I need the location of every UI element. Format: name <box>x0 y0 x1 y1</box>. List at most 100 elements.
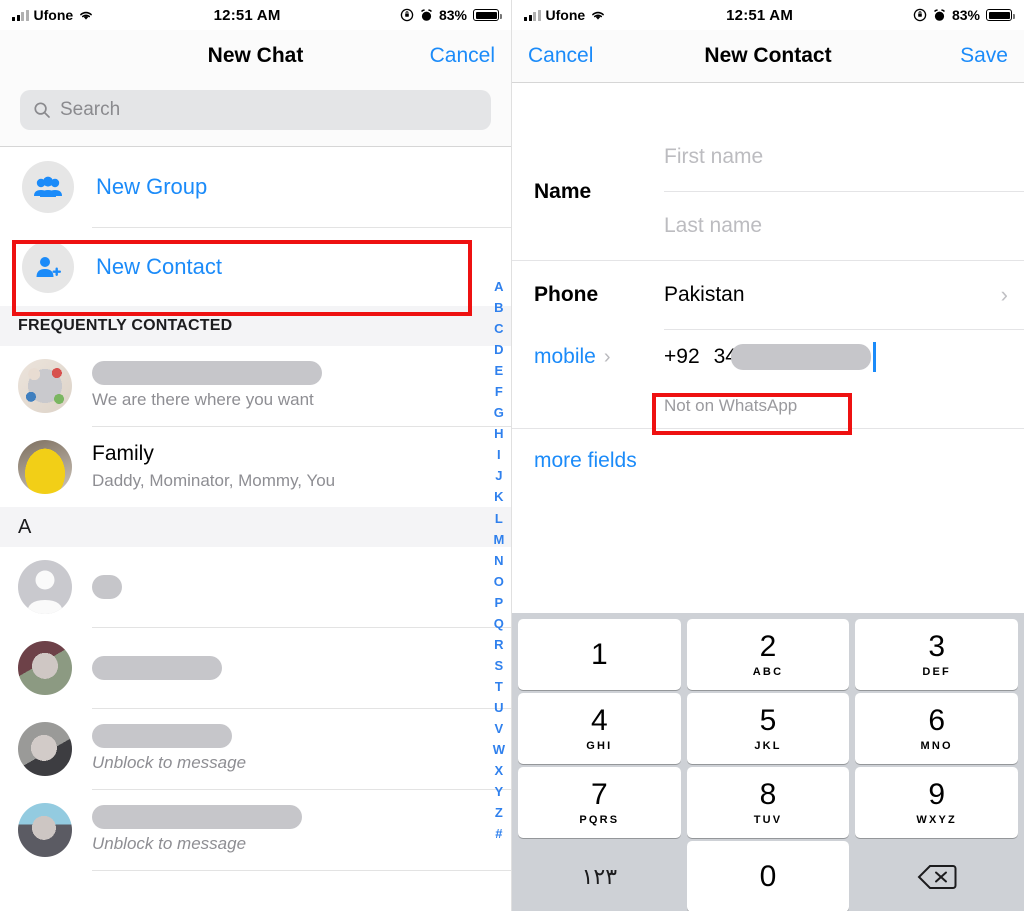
index-letter-f[interactable]: F <box>495 381 503 402</box>
group-people-icon <box>22 161 74 213</box>
phone-number-input[interactable]: +92 34 <box>664 342 1024 372</box>
contact-row[interactable]: Family Daddy, Mominator, Mommy, You <box>0 427 511 507</box>
avatar <box>18 440 72 494</box>
contact-name-redacted <box>92 805 302 829</box>
index-letter-i[interactable]: I <box>497 444 501 465</box>
mobile-number-row[interactable]: mobile › +92 34 <box>512 330 1024 384</box>
index-letter-j[interactable]: J <box>495 465 502 486</box>
cancel-button-left[interactable]: Cancel <box>430 44 495 68</box>
index-letter-p[interactable]: P <box>495 592 504 613</box>
first-name-field[interactable]: First name <box>664 123 1024 191</box>
first-name-placeholder: First name <box>664 145 764 168</box>
index-letter-u[interactable]: U <box>494 697 503 718</box>
index-letter-q[interactable]: Q <box>494 613 504 634</box>
status-bar-right: Ufone 12:51 AM 83% <box>512 0 1024 30</box>
carrier-label: Ufone <box>33 7 74 23</box>
clock: 12:51 AM <box>213 6 281 24</box>
contact-row[interactable] <box>0 547 511 627</box>
wifi-icon <box>80 11 93 20</box>
redaction-bar <box>92 656 222 681</box>
alarm-clock-icon <box>933 8 945 21</box>
contact-name-redacted <box>92 656 222 681</box>
key-5[interactable]: 5 JKL <box>686 693 850 764</box>
page-title-new-contact: New Contact <box>704 44 832 67</box>
signal-bars-icon <box>524 9 541 21</box>
wifi-icon <box>592 11 605 20</box>
mobile-label: mobile <box>534 345 596 368</box>
index-letter-v[interactable]: V <box>495 718 504 739</box>
key-digit: 0 <box>759 859 777 893</box>
arabic-digits-label: ١٢٣ <box>581 863 618 889</box>
keypad-row: ١٢٣ 0 <box>515 841 1021 911</box>
index-letter-b[interactable]: B <box>494 297 503 318</box>
key-2[interactable]: 2 ABC <box>686 619 850 690</box>
contact-name-redacted <box>92 361 322 385</box>
index-letter-g[interactable]: G <box>494 402 504 423</box>
index-letter-c[interactable]: C <box>494 318 503 339</box>
save-button[interactable]: Save <box>960 44 1008 68</box>
keypad-row: 7 PQRS 8 TUV 9 WXYZ <box>515 767 1021 838</box>
index-letter-x[interactable]: X <box>495 760 504 781</box>
index-letter-h[interactable]: H <box>494 423 503 444</box>
new-contact-row[interactable]: New Contact <box>0 228 511 306</box>
phone-country-row[interactable]: Phone Pakistan › <box>512 261 1024 329</box>
index-letter-l[interactable]: L <box>495 508 503 529</box>
key-6[interactable]: 6 MNO <box>855 693 1019 764</box>
nav-bar-left: New Chat Cancel <box>0 30 511 82</box>
index-letter-t[interactable]: T <box>495 676 503 697</box>
section-header-a: A <box>0 507 511 547</box>
key-delete[interactable] <box>855 841 1018 911</box>
contact-row[interactable]: Unblock to message <box>0 709 511 789</box>
index-letter-z[interactable]: Z <box>495 802 503 823</box>
key-letters: JKL <box>754 739 782 752</box>
key-0[interactable]: 0 <box>686 841 850 911</box>
contact-row[interactable] <box>0 628 511 708</box>
key-digit: 2 <box>759 629 777 663</box>
key-7[interactable]: 7 PQRS <box>518 767 681 838</box>
index-letter-o[interactable]: O <box>494 571 504 592</box>
new-contact-label: New Contact <box>96 254 222 279</box>
index-letter-a[interactable]: A <box>494 276 503 297</box>
index-letter-y[interactable]: Y <box>495 781 504 802</box>
index-letter-w[interactable]: W <box>493 739 505 760</box>
index-letter-e[interactable]: E <box>495 360 504 381</box>
redaction-bar <box>730 344 871 370</box>
key-1[interactable]: 1 <box>518 619 681 690</box>
key-3[interactable]: 3 DEF <box>855 619 1019 690</box>
index-letter-d[interactable]: D <box>494 339 503 360</box>
search-icon <box>34 102 50 118</box>
status-bar-left: Ufone 12:51 AM 83% <box>0 0 511 30</box>
contact-subtitle: We are there where you want <box>92 389 314 409</box>
contact-subtitle: Unblock to message <box>92 833 247 853</box>
more-fields-button[interactable]: more fields <box>512 429 1024 493</box>
new-group-row[interactable]: New Group <box>0 147 511 227</box>
alphabet-index[interactable]: A B C D E F G H I J K L M N O P Q R S T U V W X Y Z # <box>493 276 505 844</box>
index-letter-hash[interactable]: # <box>495 823 502 844</box>
index-letter-m[interactable]: M <box>493 529 504 550</box>
section-header-frequently-contacted: FREQUENTLY CONTACTED <box>0 306 511 346</box>
numeric-keypad: 1 2 ABC 3 DEF 4 GHI 5 JKL 6 MNO 7 PQRS 8… <box>512 613 1024 911</box>
index-letter-s[interactable]: S <box>495 655 504 676</box>
search-input[interactable]: Search <box>20 90 491 130</box>
index-letter-k[interactable]: K <box>494 486 503 507</box>
cancel-button-right[interactable]: Cancel <box>528 44 593 68</box>
key-letters: MNO <box>920 739 953 752</box>
key-8[interactable]: 8 TUV <box>686 767 850 838</box>
key-9[interactable]: 9 WXYZ <box>855 767 1019 838</box>
form-top-spacer <box>512 83 1024 123</box>
mobile-type-button[interactable]: mobile › <box>512 345 664 369</box>
default-person-avatar <box>18 560 72 614</box>
index-letter-r[interactable]: R <box>494 634 503 655</box>
key-4[interactable]: 4 GHI <box>518 693 681 764</box>
rotation-lock-icon <box>400 8 414 22</box>
contact-row[interactable]: Unblock to message <box>0 790 511 870</box>
last-name-field[interactable]: Last name <box>664 192 1024 260</box>
avatar <box>18 803 72 857</box>
divider <box>92 870 511 871</box>
redaction-bar <box>92 361 322 385</box>
contact-row[interactable]: We are there where you want <box>0 346 511 426</box>
index-letter-n[interactable]: N <box>494 550 503 571</box>
key-letters: PQRS <box>579 813 620 826</box>
key-arabic-digits[interactable]: ١٢٣ <box>518 841 681 911</box>
key-digit: 5 <box>759 703 777 737</box>
